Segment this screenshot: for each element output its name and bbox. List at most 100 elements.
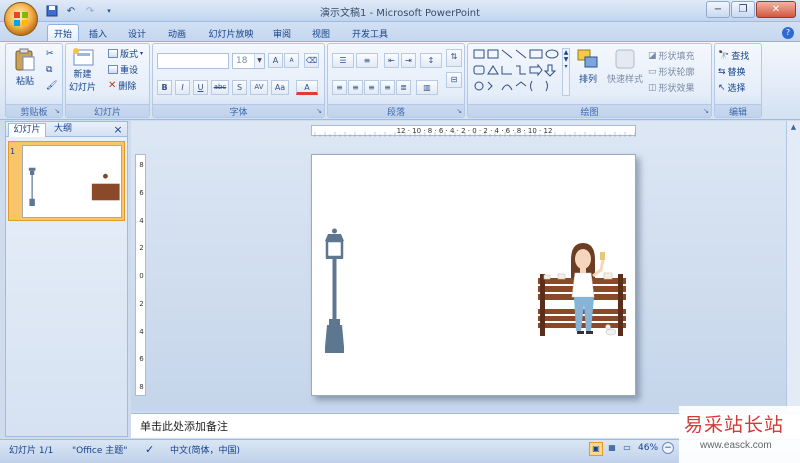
tab-outline[interactable]: 大纲 [48,123,78,137]
tab-design[interactable]: 设计 [123,24,151,42]
ribbon-tab-row [0,22,800,42]
align-left-icon[interactable]: ≡ [332,80,347,95]
font-launcher-icon[interactable]: ↘ [316,107,322,115]
font-size-input[interactable]: 18 ▼ [232,53,265,69]
font-group-label: 字体 [153,104,324,118]
tab-view[interactable]: 视图 [307,24,335,42]
tab-insert[interactable]: 插入 [84,24,112,42]
line-spacing-icon[interactable]: ↕ [420,53,442,68]
tab-review[interactable]: 审阅 [268,24,296,42]
shape-outline-button[interactable]: ▭ 形状轮廓 [648,65,695,79]
tab-slideshow[interactable]: 幻灯片放映 [203,24,259,42]
vertical-scrollbar[interactable]: ▲ [786,121,800,411]
tab-animations[interactable]: 动画 [163,24,191,42]
shadow-button[interactable]: S [232,80,247,95]
align-center-icon[interactable]: ≡ [348,80,363,95]
shape-effects-button[interactable]: ◫ 形状效果 [648,81,695,95]
layout-icon [108,49,118,58]
drawing-launcher-icon[interactable]: ↘ [703,107,709,115]
zoom-level[interactable]: 46% [638,443,658,453]
shape-fill-button[interactable]: ◪ 形状填充 [648,49,695,63]
select-button[interactable]: ↖ 选择 [718,81,746,95]
strikethrough-button[interactable]: abc [211,80,229,95]
shape-effects-icon: ◫ [648,82,657,93]
align-right-icon[interactable]: ≡ [364,80,379,95]
distribute-icon[interactable]: ≣ [396,80,411,95]
scroll-up-icon[interactable]: ▲ [788,123,799,135]
paragraph-launcher-icon[interactable]: ↘ [456,107,462,115]
change-case-button[interactable]: Aa [271,80,289,95]
close-button[interactable]: ✕ [756,1,796,18]
layout-button[interactable]: 版式 ▾ [108,47,143,60]
window-controls: − ❐ ✕ [706,1,796,18]
close-pane-icon[interactable]: × [112,123,124,137]
char-spacing-button[interactable]: AV [250,80,268,95]
clipboard-group: 粘贴 ✂ ⧉ 🖌 剪贴板 ↘ [5,43,63,118]
tab-home[interactable]: 开始 [47,24,79,42]
vertical-ruler-label: 2 [139,299,144,308]
arrange-button[interactable]: 排列 [576,48,600,85]
delete-button[interactable]: ✕ 删除 [108,79,136,92]
reset-label: 重设 [120,66,139,76]
street-lamp-icon [325,228,344,353]
arrange-icon [577,49,598,68]
numbering-icon[interactable]: ≡ [356,53,378,68]
columns-icon[interactable]: ▥ [416,80,438,95]
font-name-input[interactable] [157,53,229,69]
italic-button[interactable]: I [175,80,190,95]
editing-group: 🔭 查找 ⇆ 替换 ↖ 选择 编辑 [714,43,762,118]
notes-placeholder[interactable]: 单击此处添加备注 [140,418,228,434]
increase-indent-icon[interactable]: ⇥ [401,53,416,68]
clear-format-icon[interactable]: ⌫ [304,53,319,68]
cut-icon[interactable]: ✂ [46,49,54,59]
paste-button[interactable]: 粘贴 [14,48,36,87]
new-slide-button[interactable]: 新建 幻灯片 [69,47,96,93]
shrink-font-button[interactable]: A [284,53,299,68]
replace-button[interactable]: ⇆ 替换 [718,65,746,79]
find-button[interactable]: 🔭 查找 [718,49,749,63]
delete-icon: ✕ [108,80,117,91]
office-button[interactable] [4,2,38,36]
decrease-indent-icon[interactable]: ⇤ [384,53,399,68]
current-slide[interactable] [311,154,636,396]
font-color-button[interactable]: A [296,80,318,95]
reset-button[interactable]: 重设 [108,63,138,76]
help-icon[interactable]: ? [782,27,794,39]
minimize-button[interactable]: − [706,1,730,18]
slide-thumbnail[interactable] [22,145,122,218]
bullets-icon[interactable]: ☰ [332,53,354,68]
spell-check-icon[interactable]: ✓ [145,443,154,456]
watermark-text: 易采站长站 [684,414,785,436]
tab-slides[interactable]: 幻灯片 [8,123,46,137]
vertical-ruler-label: 4 [139,216,144,225]
normal-view-icon[interactable]: ▣ [589,442,603,456]
find-icon: 🔭 [718,50,730,61]
grow-font-button[interactable]: A [268,53,283,68]
select-label: 选择 [727,84,746,94]
font-group: 18 ▼ A A ⌫ B I U abc S AV Aa A 字体 ↘ [152,43,325,118]
underline-button[interactable]: U [193,80,208,95]
text-direction-icon[interactable]: ⇅ [446,49,462,67]
align-text-icon[interactable]: ⊟ [446,72,462,88]
shape-outline-icon: ▭ [648,66,657,77]
justify-icon[interactable]: ≡ [380,80,395,95]
shapes-gallery-icon[interactable] [472,48,568,96]
slideshow-view-icon[interactable]: ▭ [620,442,634,456]
clipboard-launcher-icon[interactable]: ↘ [54,107,60,115]
new-slide-label-2: 幻灯片 [69,83,97,93]
layout-label: 版式 [120,50,139,60]
reset-icon [108,65,118,74]
restore-button[interactable]: ❐ [731,1,755,18]
slide-counter: 幻灯片 1/1 [9,446,54,456]
quick-styles-button[interactable]: 快速样式 [607,48,643,85]
format-painter-icon[interactable]: 🖌 [46,81,57,91]
new-slide-label-1: 新建 [73,70,92,80]
bold-button[interactable]: B [157,80,172,95]
slide-sorter-icon[interactable]: ▦ [605,442,619,456]
tab-developer[interactable]: 开发工具 [347,24,393,42]
zoom-out-icon[interactable]: − [662,442,674,454]
copy-icon[interactable]: ⧉ [46,65,52,75]
new-slide-icon [72,48,93,66]
thumbnail-illustration [28,167,120,207]
shapes-scroll-icon[interactable]: ▲ ▼ ▾ [562,48,570,96]
